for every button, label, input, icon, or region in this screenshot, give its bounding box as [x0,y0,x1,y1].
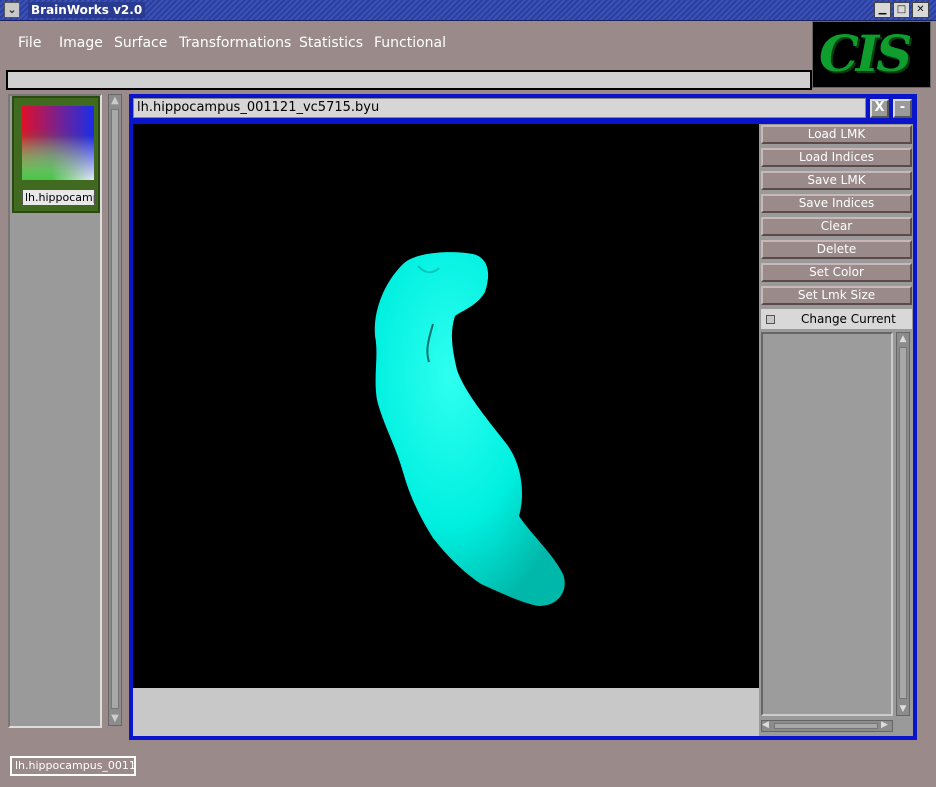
viewer-title: lh.hippocampus_001121_vc5715.byu [133,98,866,118]
menu-surface[interactable]: Surface [114,35,167,51]
logo-text: CIS [819,24,912,83]
set-lmk-size-button[interactable]: Set Lmk Size [761,286,912,305]
scrollbar-thumb[interactable] [111,109,119,709]
render-canvas[interactable] [133,124,759,688]
save-indices-button[interactable]: Save Indices [761,194,912,213]
set-color-button[interactable]: Set Color [761,263,912,282]
canvas-footer [133,688,759,736]
window-title: BrainWorks v2.0 [28,2,146,18]
thumbnail-scrollbar[interactable]: ▲ ▼ [108,94,122,726]
window-menu-icon[interactable]: ⌄ [4,2,20,18]
minimize-button[interactable]: ▁ [874,2,891,18]
viewer-close-button[interactable]: X [870,99,889,118]
landmark-list-hscroll[interactable]: ◀ ▶ [761,720,893,732]
menu-image[interactable]: Image [59,35,103,51]
scroll-down-icon[interactable]: ▼ [109,713,121,725]
scroll-right-icon[interactable]: ▶ [881,720,891,730]
scroll-left-icon[interactable]: ◀ [762,720,772,730]
close-button[interactable]: ✕ [912,2,929,18]
scrollbar-thumb[interactable] [774,723,878,729]
load-indices-button[interactable]: Load Indices [761,148,912,167]
hippocampus-surface [374,252,565,606]
landmark-list-vscroll[interactable]: ▲ ▼ [896,332,910,716]
surface-viewer-window: lh.hippocampus_001121_vc5715.byu X - Loa… [129,94,917,740]
menu-file[interactable]: File [18,35,41,51]
change-current-checkbox[interactable] [766,315,775,324]
load-lmk-button[interactable]: Load LMK [761,125,912,144]
menu-functional[interactable]: Functional [374,35,446,51]
thumbnail-image [22,106,94,180]
menubar: File Image Surface Transformations Stati… [4,21,812,70]
right-gutter [919,94,936,750]
landmark-panel: Load LMK Load Indices Save LMK Save Indi… [759,124,913,736]
status-strip [6,70,812,90]
scroll-up-icon[interactable]: ▲ [109,95,121,107]
landmark-list[interactable] [761,332,893,716]
document-taskbar: lh.hippocampus_001121_vc5715.byu [0,750,936,787]
cis-logo: CIS [812,21,931,88]
taskbar-item[interactable]: lh.hippocampus_001121_vc5715.byu [10,756,136,776]
maximize-button[interactable]: □ [893,2,910,18]
menu-transformations[interactable]: Transformations [179,35,291,51]
save-lmk-button[interactable]: Save LMK [761,171,912,190]
window-titlebar: ⌄ BrainWorks v2.0 ▁ □ ✕ [0,0,936,21]
scrollbar-thumb[interactable] [899,347,907,699]
scroll-up-icon[interactable]: ▲ [897,333,909,345]
surface-thumbnail[interactable]: lh.hippocampus_001121_vc5715.byu [12,96,100,213]
change-current-toggle[interactable]: Change Current [761,309,912,329]
change-current-label: Change Current [801,312,896,326]
thumbnail-label[interactable]: lh.hippocampus_001121_vc5715.byu [22,189,95,206]
menu-statistics[interactable]: Statistics [299,35,363,51]
delete-button[interactable]: Delete [761,240,912,259]
clear-button[interactable]: Clear [761,217,912,236]
viewer-minimize-button[interactable]: - [893,99,912,118]
scroll-down-icon[interactable]: ▼ [897,703,909,715]
